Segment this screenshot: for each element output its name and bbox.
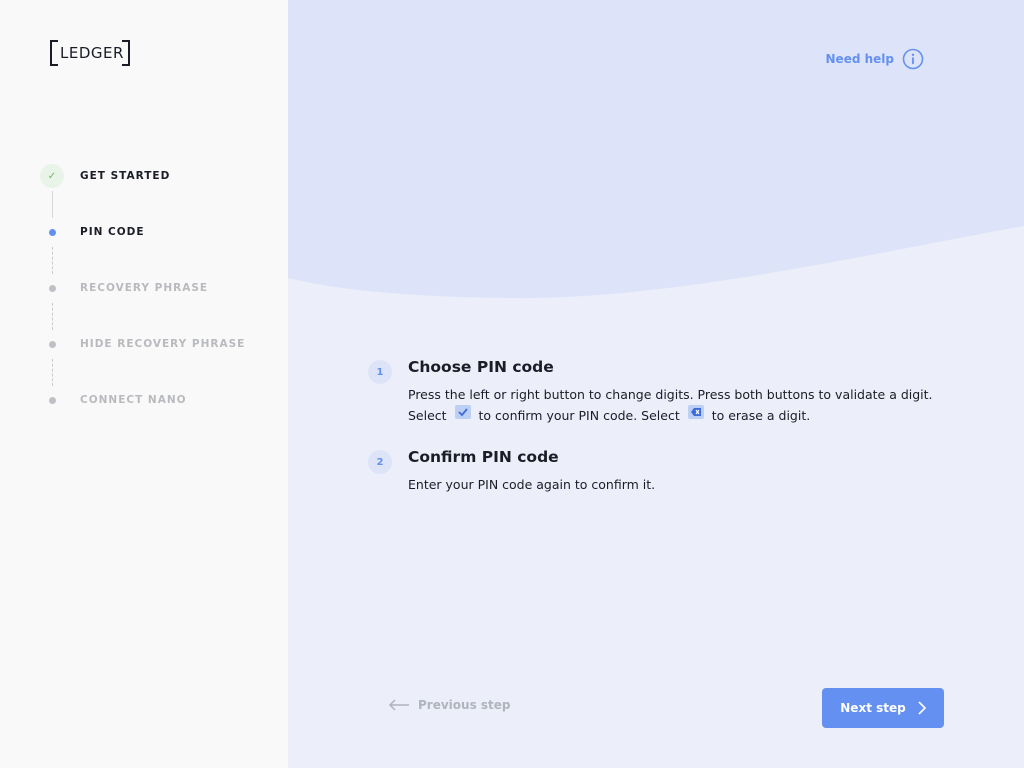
header-wave-background xyxy=(288,0,1024,299)
ledger-logo: LEDGER xyxy=(50,40,130,66)
step-pending-indicator xyxy=(40,388,64,412)
main-panel: Need help 1 Choose PIN code Press the le… xyxy=(288,0,1024,768)
instructions-list: 1 Choose PIN code Press the left or righ… xyxy=(368,358,948,517)
check-icon: ✓ xyxy=(47,170,57,182)
step-get-started: ✓ GET STARTED xyxy=(40,164,245,220)
instruction-confirm-pin: 2 Confirm PIN code Enter your PIN code a… xyxy=(368,448,948,495)
step-pending-indicator xyxy=(40,276,64,300)
desc-erase: to erase a digit. xyxy=(711,408,811,423)
arrow-left-icon xyxy=(388,699,409,711)
step-done-indicator: ✓ xyxy=(40,164,64,188)
step-pin-code: PIN CODE xyxy=(40,220,245,276)
desc-confirm: to confirm your PIN code. Select xyxy=(478,408,680,423)
step-label: CONNECT NANO xyxy=(80,394,187,406)
instruction-description: Press the left or right button to change… xyxy=(408,384,933,426)
step-connector xyxy=(52,359,53,386)
instruction-title: Confirm PIN code xyxy=(408,448,559,466)
desc-select: Select xyxy=(408,408,447,423)
step-hide-recovery-phrase: HIDE RECOVERY PHRASE xyxy=(40,332,245,388)
desc-line-1: Press the left or right button to change… xyxy=(408,387,933,402)
step-recovery-phrase: RECOVERY PHRASE xyxy=(40,276,245,332)
onboarding-steps: ✓ GET STARTED PIN CODE RECOVERY PHRASE H… xyxy=(40,164,245,444)
instruction-number: 2 xyxy=(368,450,392,474)
next-step-label: Next step xyxy=(840,701,906,715)
step-label: GET STARTED xyxy=(80,170,171,182)
check-confirm-icon xyxy=(454,405,471,419)
previous-step-label: Previous step xyxy=(418,698,511,712)
step-pending-indicator xyxy=(40,332,64,356)
info-icon xyxy=(902,48,924,70)
step-connect-nano: CONNECT NANO xyxy=(40,388,245,444)
previous-step-button[interactable]: Previous step xyxy=(388,698,511,712)
step-connector xyxy=(52,247,53,274)
logo-text: LEDGER xyxy=(60,44,124,62)
next-step-button[interactable]: Next step xyxy=(822,688,944,728)
step-active-indicator xyxy=(40,220,64,244)
step-connector xyxy=(52,191,53,218)
step-label: RECOVERY PHRASE xyxy=(80,282,209,294)
logo-bracket-left xyxy=(50,40,58,66)
instruction-number: 1 xyxy=(368,360,392,384)
instruction-title: Choose PIN code xyxy=(408,358,554,376)
need-help-link[interactable]: Need help xyxy=(826,48,924,70)
logo-bracket-right xyxy=(122,40,130,66)
step-connector xyxy=(52,303,53,330)
step-label: HIDE RECOVERY PHRASE xyxy=(80,338,246,350)
sidebar: LEDGER ✓ GET STARTED PIN CODE RECOVERY P… xyxy=(0,0,288,768)
erase-icon xyxy=(687,405,704,419)
chevron-right-icon xyxy=(918,701,926,715)
instruction-description: Enter your PIN code again to confirm it. xyxy=(408,477,656,492)
step-label: PIN CODE xyxy=(80,226,145,238)
need-help-label: Need help xyxy=(825,52,894,66)
instruction-choose-pin: 1 Choose PIN code Press the left or righ… xyxy=(368,358,948,426)
